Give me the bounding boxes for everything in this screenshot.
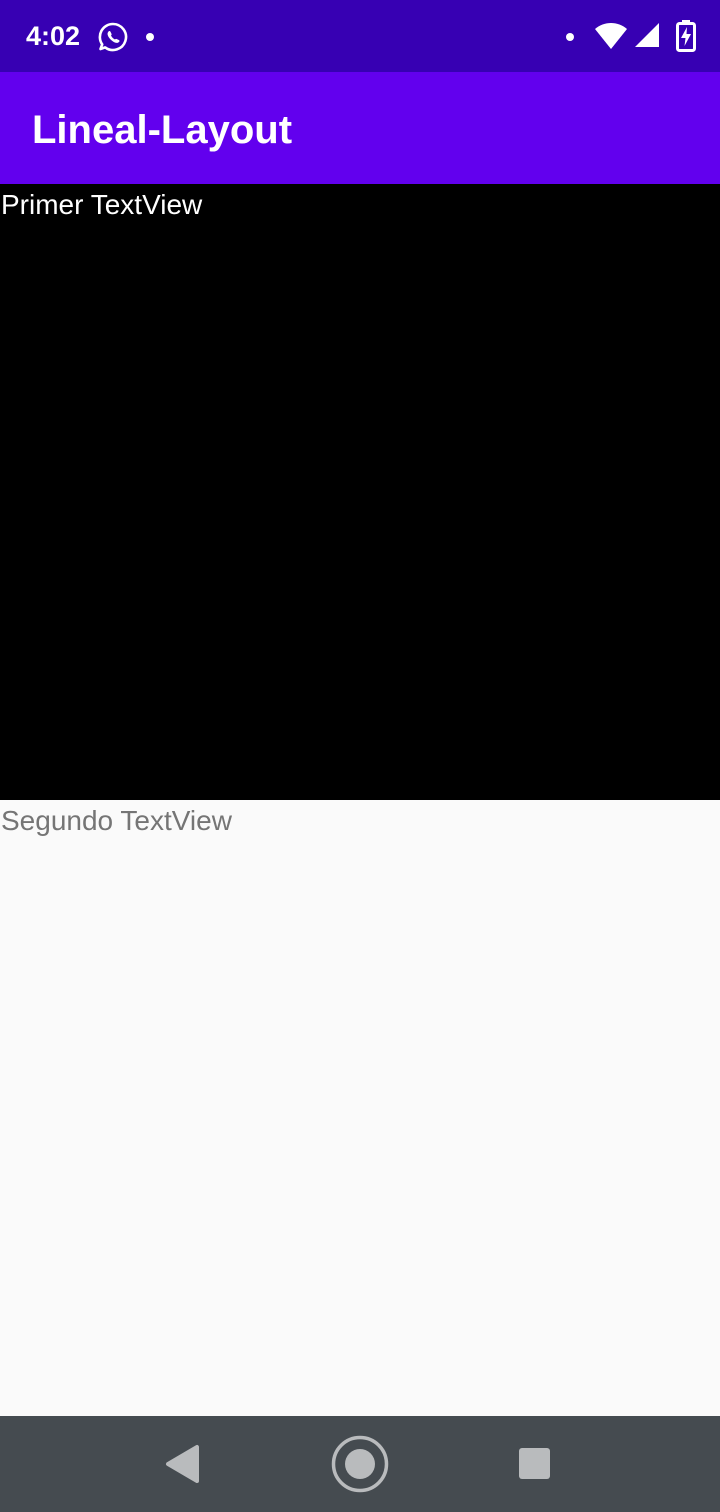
- app-title: Lineal-Layout: [32, 108, 293, 152]
- back-icon[interactable]: [164, 1444, 200, 1484]
- whatsapp-icon: [98, 22, 128, 52]
- wifi-icon: [595, 23, 627, 49]
- navigation-bar: [0, 1416, 720, 1512]
- recents-icon[interactable]: [519, 1448, 550, 1479]
- battery-charging-icon: [676, 20, 696, 52]
- home-icon[interactable]: [331, 1435, 389, 1493]
- status-time: 4:02: [26, 21, 81, 51]
- first-textview: Primer TextView: [0, 184, 720, 800]
- cell-signal-icon: [635, 23, 659, 47]
- second-textview: Segundo TextView: [0, 800, 720, 1416]
- notification-dot-icon: [146, 33, 154, 41]
- second-textview-label: Segundo TextView: [1, 805, 232, 836]
- app-bar: Lineal-Layout: [0, 72, 720, 184]
- first-textview-label: Primer TextView: [1, 189, 203, 220]
- notification-dot-icon: [566, 33, 574, 41]
- app-screen: 4:02 Lineal-Layout Primer TextView Segun…: [0, 0, 720, 1512]
- status-bar: 4:02: [0, 0, 720, 72]
